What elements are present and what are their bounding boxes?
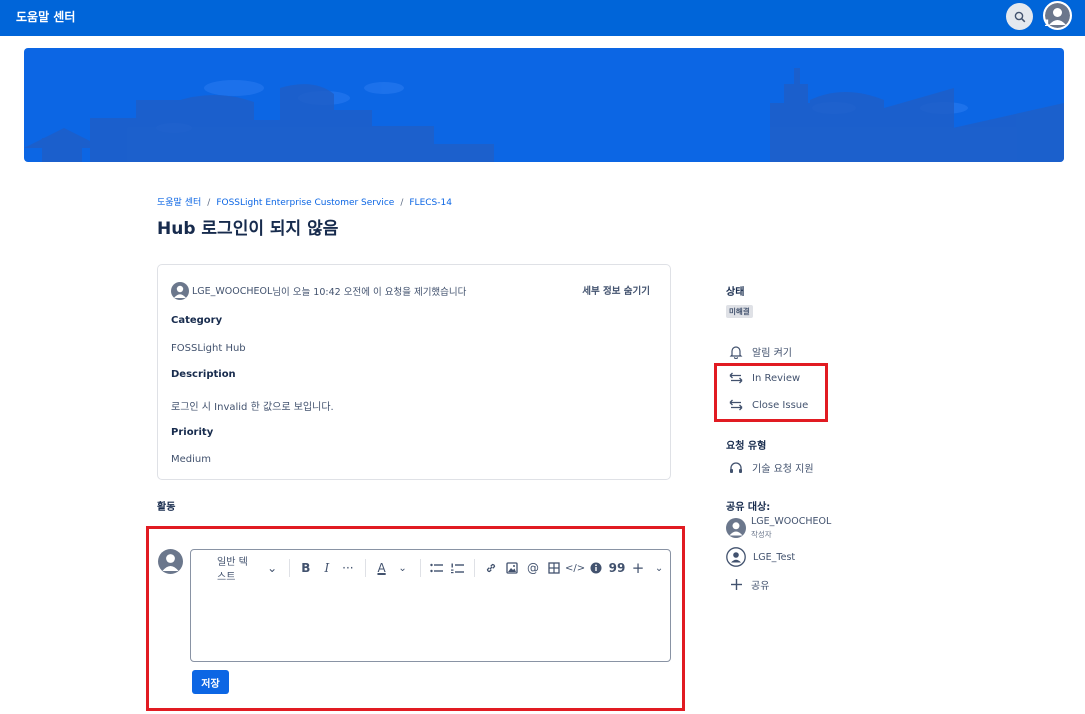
shared-user-name: LGE_WOOCHEOL [751, 516, 832, 527]
transition-arrows-icon [729, 372, 743, 384]
shared-with-heading: 공유 대상: [726, 502, 771, 513]
notifications-label: 알림 켜기 [752, 348, 792, 359]
search-icon [1014, 11, 1025, 22]
bell-icon [729, 345, 743, 359]
shared-user-role: 작성자 [751, 530, 772, 539]
request-type-heading: 요청 유형 [726, 441, 767, 452]
activity-heading: 활동 [157, 502, 176, 513]
request-details-card: LGE_WOOCHEOL 님이 오늘 10:42 오전에 이 요청을 제기했습니다… [157, 264, 671, 480]
notifications-toggle[interactable]: 알림 켜기 [729, 344, 792, 359]
shared-user-name: LGE_Test [753, 551, 796, 563]
transition-arrows-icon [729, 399, 743, 411]
user-avatar-icon [171, 282, 189, 300]
field-value-description: 로그인 시 Invalid 한 값으로 보입니다. [171, 402, 334, 413]
search-button[interactable] [1006, 3, 1033, 30]
breadcrumb-separator: / [400, 198, 404, 208]
help-center-logo[interactable]: 도움말 센터 [16, 8, 75, 25]
field-label-description: Description [171, 369, 236, 380]
request-summary-text: 님이 오늘 10:42 오전에 이 요청을 제기했습니다 [272, 287, 467, 298]
shared-user[interactable]: LGE_WOOCHEOL 작성자 [726, 516, 831, 540]
city-skyline-illustration [24, 68, 1064, 162]
transition-close-issue[interactable]: Close Issue [729, 399, 808, 411]
top-navigation-bar: 도움말 센터 1 [0, 0, 1085, 36]
status-badge: 미해결 [726, 305, 753, 318]
transition-label: In Review [752, 372, 801, 384]
status-heading: 상태 [726, 287, 745, 298]
breadcrumb-separator: / [207, 198, 211, 208]
field-value-priority: Medium [171, 454, 211, 465]
transition-in-review[interactable]: In Review [729, 372, 800, 384]
share-button[interactable]: 공유 [731, 577, 769, 592]
page-title: Hub 로그인이 되지 않음 [157, 219, 339, 239]
shared-user[interactable]: LGE_Test [726, 547, 795, 567]
breadcrumb-issue-key[interactable]: FLECS-14 [409, 198, 452, 208]
share-label: 공유 [751, 581, 770, 592]
portal-banner [24, 48, 1064, 162]
breadcrumb-service-desk[interactable]: FOSSLight Enterprise Customer Service [216, 198, 394, 208]
headset-icon [730, 461, 742, 473]
field-label-category: Category [171, 315, 223, 326]
breadcrumb: 도움말 센터 / FOSSLight Enterprise Customer Ser… [157, 195, 452, 208]
reporter-name: LGE_WOOCHEOL [192, 285, 273, 297]
hide-details-button[interactable]: 세부 정보 숨기기 [582, 283, 650, 297]
request-type-label: 기술 요청 지원 [752, 464, 814, 475]
plus-icon [731, 579, 742, 590]
breadcrumb-help-center[interactable]: 도움말 센터 [157, 198, 201, 208]
customer-avatar-icon [726, 547, 746, 567]
field-value-category: FOSSLight Hub [171, 343, 246, 354]
field-label-priority: Priority [171, 427, 214, 438]
user-avatar-icon [726, 518, 746, 538]
transition-label: Close Issue [752, 399, 809, 411]
request-summary-line: LGE_WOOCHEOL 님이 오늘 10:42 오전에 이 요청을 제기했습니다 [171, 282, 466, 300]
highlight-box-editor [146, 526, 685, 711]
notification-count: 1 [1044, 19, 1051, 29]
request-type-value: 기술 요청 지원 [729, 460, 814, 475]
